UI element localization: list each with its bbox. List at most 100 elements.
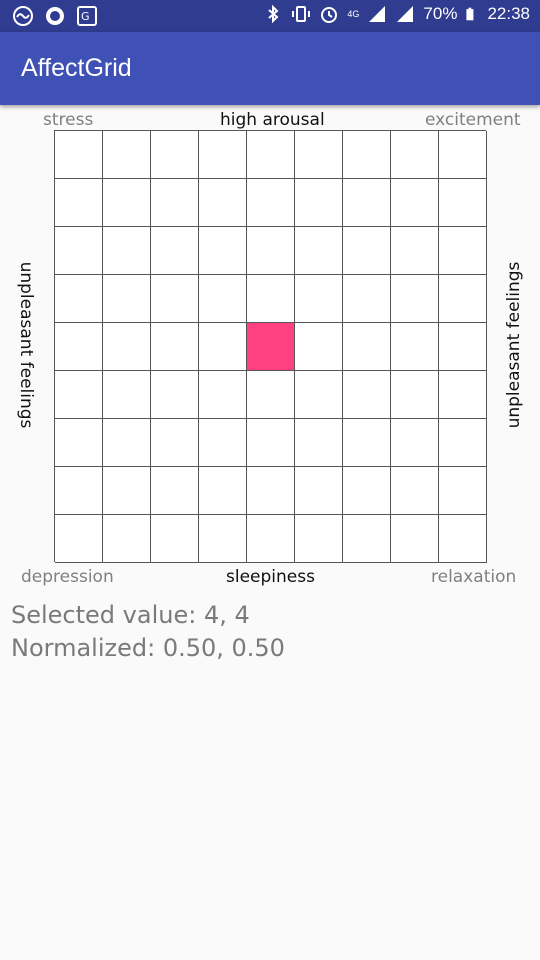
grid-cell[interactable] [103, 275, 151, 323]
grid-cell[interactable] [391, 323, 439, 371]
grid-cell[interactable] [343, 323, 391, 371]
grid-cell[interactable] [247, 131, 295, 179]
grid-cell[interactable] [55, 371, 103, 419]
grid-cell[interactable] [55, 131, 103, 179]
grid-cell[interactable] [439, 179, 487, 227]
grid-cell[interactable] [199, 515, 247, 563]
svg-text:G: G [81, 10, 90, 23]
grid-cell[interactable] [151, 515, 199, 563]
grid-cell[interactable] [391, 131, 439, 179]
grid-cell[interactable] [199, 131, 247, 179]
grid-cell[interactable] [343, 371, 391, 419]
normalized-value-text: Normalized: 0.50, 0.50 [11, 634, 285, 662]
grid-cell[interactable] [103, 179, 151, 227]
grid-cell-selected[interactable] [247, 323, 295, 371]
grid-cell[interactable] [391, 227, 439, 275]
grid-cell[interactable] [103, 371, 151, 419]
corner-label-top-right: excitement [425, 110, 521, 130]
grid-cell[interactable] [151, 323, 199, 371]
grid-cell[interactable] [151, 227, 199, 275]
grid-cell[interactable] [55, 179, 103, 227]
grid-cell[interactable] [247, 227, 295, 275]
grid-cell[interactable] [391, 371, 439, 419]
alarm-icon [321, 7, 338, 23]
grid-cell[interactable] [343, 419, 391, 467]
grid-cell[interactable] [199, 227, 247, 275]
grid-cell[interactable] [391, 419, 439, 467]
affect-grid[interactable] [54, 130, 487, 563]
grid-cell[interactable] [199, 323, 247, 371]
battery-percent: 70% [423, 4, 458, 23]
grid-cell[interactable] [295, 131, 343, 179]
grid-cell[interactable] [247, 467, 295, 515]
grid-cell[interactable] [55, 323, 103, 371]
grid-cell[interactable] [295, 227, 343, 275]
corner-label-bottom-right: relaxation [431, 567, 517, 587]
grid-cell[interactable] [343, 467, 391, 515]
grid-cell[interactable] [343, 275, 391, 323]
grid-cell[interactable] [247, 515, 295, 563]
grid-cell[interactable] [343, 515, 391, 563]
grid-cell[interactable] [103, 323, 151, 371]
grid-cell[interactable] [199, 371, 247, 419]
grid-cell[interactable] [391, 515, 439, 563]
grid-cell[interactable] [151, 131, 199, 179]
vibrate-icon [292, 6, 311, 22]
grid-cell[interactable] [295, 467, 343, 515]
grid-cell[interactable] [295, 179, 343, 227]
grid-cell[interactable] [199, 467, 247, 515]
grid-cell[interactable] [151, 179, 199, 227]
grid-cell[interactable] [199, 179, 247, 227]
record-icon [46, 7, 64, 25]
grid-cell[interactable] [343, 179, 391, 227]
grid-cell[interactable] [247, 179, 295, 227]
grid-cell[interactable] [439, 131, 487, 179]
grid-cell[interactable] [55, 227, 103, 275]
signal-icon [369, 6, 386, 22]
grid-cell[interactable] [295, 275, 343, 323]
grid-cell[interactable] [55, 467, 103, 515]
grid-cell[interactable] [343, 227, 391, 275]
grid-cell[interactable] [295, 371, 343, 419]
grid-cell[interactable] [151, 371, 199, 419]
grid-cell[interactable] [103, 227, 151, 275]
axis-label-left: unpleasant feelings [16, 261, 36, 429]
grid-cell[interactable] [295, 515, 343, 563]
grid-cell[interactable] [295, 323, 343, 371]
grid-cell[interactable] [103, 419, 151, 467]
grid-cell[interactable] [199, 419, 247, 467]
grid-cell[interactable] [151, 467, 199, 515]
grid-cell[interactable] [55, 515, 103, 563]
corner-label-top-left: stress [43, 110, 94, 130]
grid-cell[interactable] [247, 419, 295, 467]
axis-label-top: high arousal [220, 110, 325, 130]
grid-cell[interactable] [103, 467, 151, 515]
grid-cell[interactable] [391, 275, 439, 323]
grid-cell[interactable] [439, 419, 487, 467]
grid-cell[interactable] [247, 275, 295, 323]
grid-cell[interactable] [55, 419, 103, 467]
app-bar: AffectGrid [0, 32, 540, 105]
grid-cell[interactable] [103, 131, 151, 179]
bluetooth-icon [268, 4, 279, 24]
grid-cell[interactable] [439, 227, 487, 275]
selected-value-text: Selected value: 4, 4 [11, 601, 250, 629]
grid-cell[interactable] [295, 419, 343, 467]
grid-cell[interactable] [151, 275, 199, 323]
grid-cell[interactable] [439, 467, 487, 515]
grid-cell[interactable] [247, 371, 295, 419]
battery-icon [466, 7, 474, 21]
grid-cell[interactable] [439, 275, 487, 323]
status-left-icons: G [12, 5, 98, 27]
grid-cell[interactable] [199, 275, 247, 323]
grid-cell[interactable] [391, 179, 439, 227]
clock: 22:38 [487, 4, 530, 23]
grid-cell[interactable] [55, 275, 103, 323]
grid-cell[interactable] [439, 371, 487, 419]
grid-cell[interactable] [103, 515, 151, 563]
grid-cell[interactable] [391, 467, 439, 515]
grid-cell[interactable] [439, 323, 487, 371]
grid-cell[interactable] [151, 419, 199, 467]
grid-cell[interactable] [439, 515, 487, 563]
grid-cell[interactable] [343, 131, 391, 179]
